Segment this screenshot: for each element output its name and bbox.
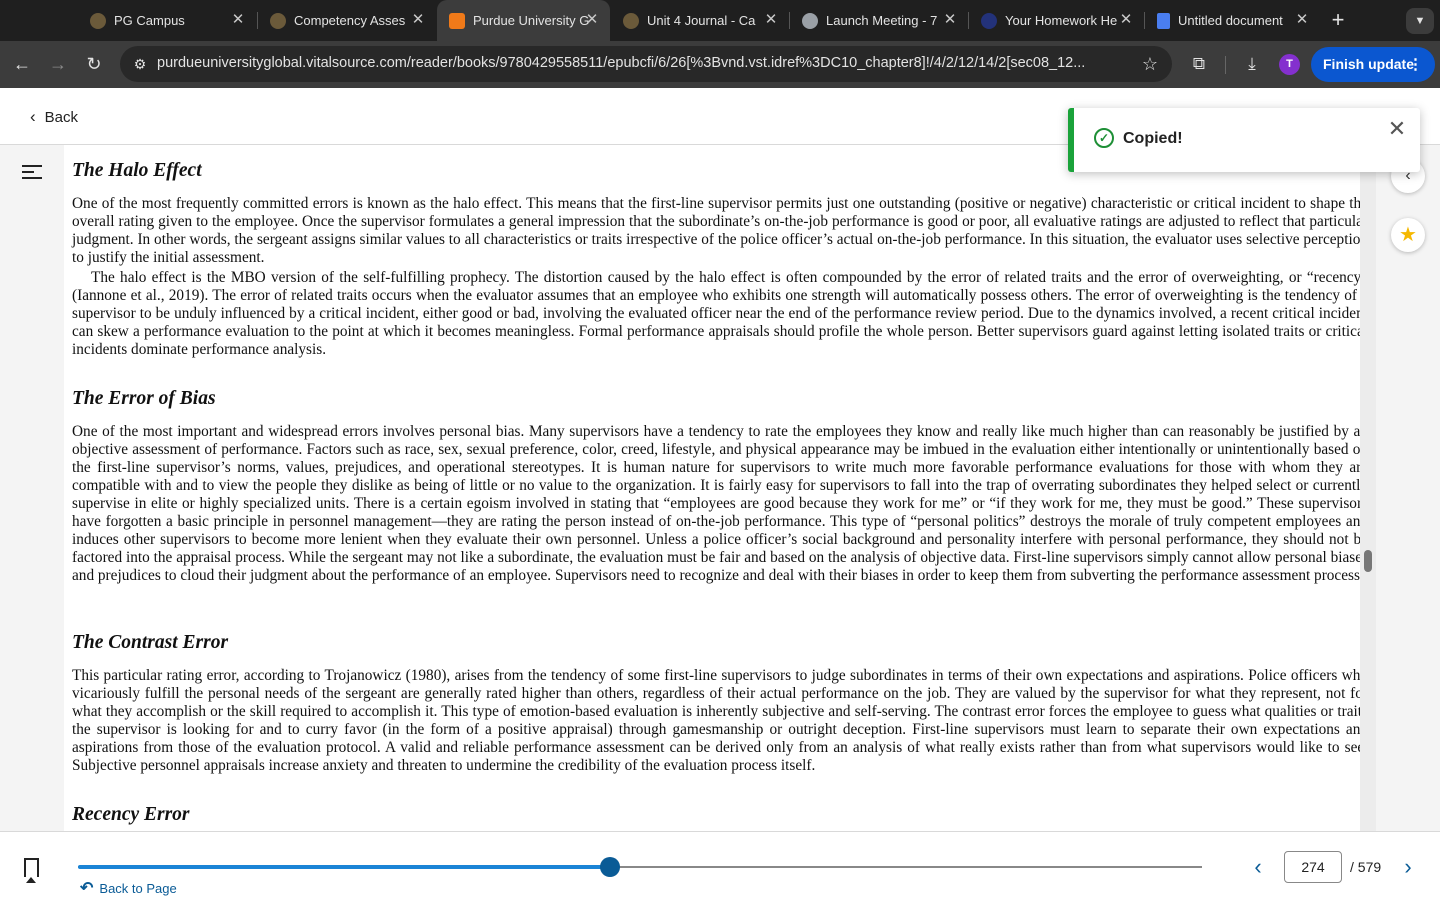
- back-to-page-label: Back to Page: [99, 880, 177, 896]
- slider-knob[interactable]: [599, 857, 620, 877]
- browser-tab-pg-campus[interactable]: PG Campus ✕: [78, 0, 256, 41]
- favorite-star-icon[interactable]: ★: [1391, 218, 1425, 252]
- profile-avatar[interactable]: T: [1279, 54, 1300, 75]
- globe-favicon-icon: [802, 12, 818, 29]
- purdue-favicon-icon: [449, 12, 465, 29]
- section-heading: The Contrast Error: [72, 632, 229, 653]
- downloads-icon[interactable]: ⤓: [1239, 51, 1265, 77]
- close-tab-icon[interactable]: ✕: [942, 12, 958, 28]
- close-tab-icon[interactable]: ✕: [1294, 12, 1310, 28]
- paragraph: One of the most frequently committed err…: [72, 195, 1360, 266]
- next-page-chevron-icon[interactable]: ›: [1396, 854, 1420, 880]
- new-tab-plus-icon[interactable]: +: [1326, 9, 1350, 33]
- browser-tab-strip: PG Campus ✕ Competency Asses ✕ Purdue Un…: [0, 0, 1440, 41]
- right-rail: ‹ ★: [1376, 145, 1440, 831]
- browser-tab-untitled-doc[interactable]: Untitled document ✕: [1145, 0, 1320, 41]
- back-arrow-icon[interactable]: ←: [9, 51, 35, 77]
- finish-update-button[interactable]: Finish update ⋮: [1311, 47, 1435, 82]
- bookmark-icon[interactable]: [24, 858, 39, 883]
- tab-title: Untitled document: [1178, 13, 1283, 28]
- copied-toast: ✓ Copied! ✕: [1068, 108, 1420, 172]
- paragraph: One of the most important and widespread…: [72, 423, 1360, 584]
- finish-update-label: Finish update: [1323, 56, 1414, 72]
- paragraph: The halo effect is the MBO version of th…: [72, 269, 1360, 358]
- tab-title: Unit 4 Journal - Ca: [647, 13, 756, 28]
- google-docs-favicon-icon: [1157, 12, 1170, 29]
- bookmark-star-icon[interactable]: ☆: [1138, 52, 1162, 76]
- back-to-page-button[interactable]: ↶ Back to Page: [80, 878, 177, 898]
- paragraph: This particular rating error, according …: [72, 667, 1360, 774]
- content-scrollbar[interactable]: [1360, 145, 1376, 831]
- toast-message: Copied!: [1123, 130, 1183, 147]
- forward-arrow-icon[interactable]: →: [45, 51, 71, 77]
- reader-footer: ↶ Back to Page ‹ / 579 ›: [0, 831, 1440, 900]
- close-toast-icon[interactable]: ✕: [1386, 118, 1408, 140]
- book-content[interactable]: The Halo Effect One of the most frequent…: [64, 145, 1360, 831]
- previous-page-chevron-icon[interactable]: ‹: [1246, 854, 1270, 880]
- section-heading: The Error of Bias: [72, 388, 216, 409]
- site-settings-icon[interactable]: ⚙: [128, 52, 152, 76]
- extensions-puzzle-icon[interactable]: ⧉: [1186, 51, 1212, 77]
- undo-arrow-icon: ↶: [80, 880, 94, 897]
- pg-campus-favicon-icon: [90, 12, 106, 29]
- page-total: / 579: [1350, 859, 1382, 875]
- tab-title: Launch Meeting - 7: [826, 13, 938, 28]
- close-tab-icon[interactable]: ✕: [410, 12, 426, 28]
- browser-tab-competency[interactable]: Competency Asses ✕: [258, 0, 436, 41]
- chevron-left-icon: ‹: [30, 107, 36, 126]
- browser-tab-launch-meeting[interactable]: Launch Meeting - 7 ✕: [790, 0, 968, 41]
- homework-favicon-icon: [981, 12, 997, 29]
- slider-fill: [78, 865, 610, 869]
- close-tab-icon[interactable]: ✕: [1118, 12, 1134, 28]
- section-heading: The Halo Effect: [72, 160, 202, 181]
- address-bar[interactable]: ⚙ purdueuniversityglobal.vitalsource.com…: [120, 46, 1172, 82]
- tab-search-chevron-icon[interactable]: ▼: [1406, 8, 1434, 34]
- section-heading: Recency Error: [72, 804, 190, 825]
- table-of-contents-menu-icon[interactable]: [22, 165, 42, 183]
- tab-title: PG Campus: [114, 13, 185, 28]
- browser-tab-homework[interactable]: Your Homework He ✕: [969, 0, 1144, 41]
- tab-title: Your Homework He: [1005, 13, 1118, 28]
- reload-icon[interactable]: ↻: [81, 51, 107, 77]
- page-number-input[interactable]: [1284, 851, 1342, 883]
- unit4-favicon-icon: [623, 12, 639, 29]
- toolbar-divider: [1225, 56, 1226, 74]
- tab-title: Competency Asses: [294, 13, 406, 28]
- url-text[interactable]: purdueuniversityglobal.vitalsource.com/r…: [157, 55, 1117, 71]
- page-progress-slider[interactable]: [78, 857, 1202, 877]
- close-tab-icon[interactable]: ✕: [584, 12, 600, 28]
- browser-tab-unit4-journal[interactable]: Unit 4 Journal - Ca ✕: [611, 0, 789, 41]
- browser-tab-purdue-active[interactable]: Purdue University G ✕: [437, 0, 610, 41]
- competency-favicon-icon: [270, 12, 286, 29]
- close-tab-icon[interactable]: ✕: [230, 12, 246, 28]
- check-circle-icon: ✓: [1094, 128, 1114, 148]
- left-rail: [0, 145, 64, 831]
- close-tab-icon[interactable]: ✕: [763, 12, 779, 28]
- scrollbar-thumb[interactable]: [1364, 550, 1372, 572]
- browser-toolbar: ← → ↻ ⚙ purdueuniversityglobal.vitalsour…: [0, 41, 1440, 88]
- reader-back-button[interactable]: ‹ Back: [30, 106, 78, 128]
- tab-title: Purdue University G: [473, 13, 590, 28]
- more-vert-icon[interactable]: ⋮: [1408, 47, 1423, 82]
- back-label: Back: [44, 108, 79, 126]
